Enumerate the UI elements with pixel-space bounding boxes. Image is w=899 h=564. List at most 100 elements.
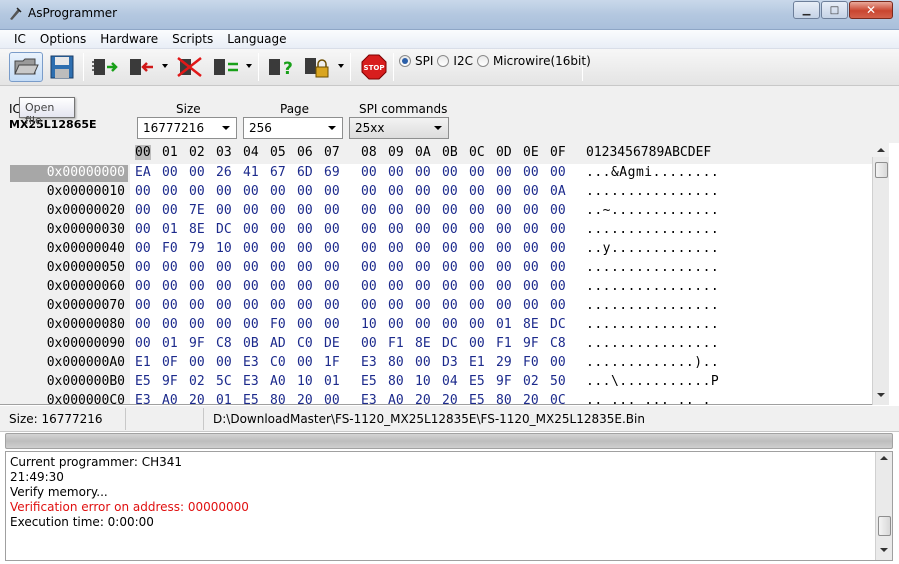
hex-byte-cell[interactable]: AD bbox=[270, 336, 286, 351]
hex-row[interactable]: 0x00000050 00 00 00 00 00 00 00 00 00 00 00 00 00 00 00… bbox=[0, 259, 889, 278]
chip-info-button[interactable]: ? bbox=[265, 52, 297, 82]
hex-byte-cell[interactable]: 00 bbox=[216, 317, 232, 332]
hex-row[interactable]: 0x000000C0 E3 A0 20 01 E5 80 20 00 E3 A0 20 20 E5 80 20… bbox=[0, 392, 889, 404]
hex-byte-cell[interactable]: 00 bbox=[361, 203, 377, 218]
hex-byte-cell[interactable]: 20 bbox=[442, 393, 458, 404]
hex-byte-cell[interactable]: 00 bbox=[523, 165, 539, 180]
hex-byte-cell[interactable]: 00 bbox=[162, 279, 178, 294]
hex-byte-cell[interactable]: 00 bbox=[388, 260, 404, 275]
hex-byte-cell[interactable]: 00 bbox=[388, 317, 404, 332]
hex-editor[interactable]: 00 01 02 03 04 05 06 07 08 09 0A 0B 0C 0D 0E 0F 01234567… bbox=[0, 143, 889, 405]
hex-byte-cell[interactable]: 00 bbox=[523, 222, 539, 237]
hex-byte-cell[interactable]: 00 bbox=[297, 184, 313, 199]
hex-byte-cell[interactable]: 00 bbox=[442, 222, 458, 237]
hex-byte-cell[interactable]: 00 bbox=[361, 165, 377, 180]
hex-byte-cell[interactable]: 0F bbox=[162, 355, 178, 370]
protect-dropdown-arrow[interactable] bbox=[338, 64, 344, 68]
hex-byte-cell[interactable]: E3 bbox=[135, 393, 151, 404]
hex-byte-cell[interactable]: 10 bbox=[216, 241, 232, 256]
scroll-thumb[interactable] bbox=[875, 162, 888, 178]
hex-byte-cell[interactable]: 00 bbox=[496, 298, 512, 313]
hex-byte-cell[interactable]: 10 bbox=[361, 317, 377, 332]
hex-row[interactable]: 0x00000030 00 01 8E DC 00 00 00 00 00 00 00 00 00 00 00… bbox=[0, 221, 889, 240]
hex-byte-cell[interactable]: 00 bbox=[270, 203, 286, 218]
hex-byte-cell[interactable]: 29 bbox=[496, 355, 512, 370]
verify-dropdown-arrow[interactable] bbox=[246, 64, 252, 68]
hex-byte-cell[interactable]: 8E bbox=[189, 222, 205, 237]
hex-byte-cell[interactable]: 00 bbox=[496, 184, 512, 199]
hex-byte-cell[interactable]: 02 bbox=[189, 374, 205, 389]
hex-byte-cell[interactable]: 00 bbox=[523, 241, 539, 256]
ascii-cell[interactable]: ...\...........P bbox=[586, 374, 719, 389]
hex-byte-cell[interactable]: 00 bbox=[415, 184, 431, 199]
hex-byte-cell[interactable]: 00 bbox=[243, 222, 259, 237]
hex-byte-cell[interactable]: 80 bbox=[496, 393, 512, 404]
ascii-cell[interactable]: ................ bbox=[586, 279, 719, 294]
hex-byte-cell[interactable]: 00 bbox=[496, 203, 512, 218]
hex-byte-cell[interactable]: 00 bbox=[324, 241, 340, 256]
hex-byte-cell[interactable]: 00 bbox=[442, 165, 458, 180]
hex-byte-cell[interactable]: 00 bbox=[415, 222, 431, 237]
hex-byte-cell[interactable]: 00 bbox=[388, 279, 404, 294]
hex-byte-cell[interactable]: 04 bbox=[442, 374, 458, 389]
hex-byte-cell[interactable]: F0 bbox=[523, 355, 539, 370]
hex-byte-cell[interactable]: 00 bbox=[388, 222, 404, 237]
erase-chip-button[interactable] bbox=[174, 52, 206, 82]
hex-byte-cell[interactable]: 00 bbox=[243, 203, 259, 218]
hex-byte-cell[interactable]: 00 bbox=[135, 203, 151, 218]
hex-byte-cell[interactable]: 5C bbox=[216, 374, 232, 389]
hex-byte-cell[interactable]: 9F bbox=[189, 336, 205, 351]
hex-byte-cell[interactable]: 00 bbox=[550, 355, 566, 370]
hex-row[interactable]: 0x000000A0 E1 0F 00 00 E3 C0 00 1F E3 80 00 D3 E1 29 F0… bbox=[0, 354, 889, 373]
hex-byte-cell[interactable]: 00 bbox=[216, 298, 232, 313]
hex-byte-cell[interactable]: E3 bbox=[361, 393, 377, 404]
hex-byte-cell[interactable]: E3 bbox=[361, 355, 377, 370]
hex-byte-cell[interactable]: 00 bbox=[135, 241, 151, 256]
radio-spi-circle[interactable] bbox=[399, 55, 411, 67]
scroll-up-icon[interactable] bbox=[880, 456, 888, 460]
hex-byte-cell[interactable]: 1F bbox=[324, 355, 340, 370]
hex-byte-cell[interactable]: A0 bbox=[270, 374, 286, 389]
hex-byte-cell[interactable]: 20 bbox=[189, 393, 205, 404]
hex-byte-cell[interactable]: 00 bbox=[189, 317, 205, 332]
hex-byte-cell[interactable]: D3 bbox=[442, 355, 458, 370]
hex-byte-cell[interactable]: EA bbox=[135, 165, 151, 180]
hex-byte-cell[interactable]: 00 bbox=[324, 260, 340, 275]
hex-byte-cell[interactable]: 00 bbox=[550, 165, 566, 180]
hex-row[interactable]: 0x00000080 00 00 00 00 00 F0 00 00 10 00 00 00 00 01 8E… bbox=[0, 316, 889, 335]
hex-byte-cell[interactable]: 26 bbox=[216, 165, 232, 180]
hex-byte-cell[interactable]: 00 bbox=[361, 298, 377, 313]
chip-protect-button[interactable] bbox=[301, 52, 333, 82]
hex-byte-cell[interactable]: 00 bbox=[550, 260, 566, 275]
hex-byte-cell[interactable]: F0 bbox=[270, 317, 286, 332]
hex-byte-cell[interactable]: 00 bbox=[189, 298, 205, 313]
hex-byte-cell[interactable]: A0 bbox=[162, 393, 178, 404]
hex-byte-cell[interactable]: 00 bbox=[297, 241, 313, 256]
hex-byte-cell[interactable]: 9F bbox=[162, 374, 178, 389]
scroll-thumb[interactable] bbox=[878, 516, 891, 536]
menu-options[interactable]: Options bbox=[33, 30, 93, 49]
scroll-down-icon[interactable] bbox=[880, 548, 888, 552]
save-file-button[interactable] bbox=[46, 52, 78, 82]
hex-byte-cell[interactable]: 00 bbox=[324, 393, 340, 404]
log-panel[interactable]: Current programmer: CH341 21:49:30 Verify … bbox=[5, 451, 893, 561]
ascii-cell[interactable]: ...&Agmi........ bbox=[586, 165, 719, 180]
hex-byte-cell[interactable]: 9F bbox=[496, 374, 512, 389]
hex-byte-cell[interactable]: 80 bbox=[388, 355, 404, 370]
hex-byte-cell[interactable]: 00 bbox=[442, 241, 458, 256]
ascii-cell[interactable]: ..y............. bbox=[586, 241, 719, 256]
hex-byte-cell[interactable]: 00 bbox=[324, 222, 340, 237]
hex-byte-cell[interactable]: 00 bbox=[496, 260, 512, 275]
hex-byte-cell[interactable]: 00 bbox=[324, 279, 340, 294]
hex-byte-cell[interactable]: 00 bbox=[324, 184, 340, 199]
hex-byte-cell[interactable]: 00 bbox=[496, 279, 512, 294]
hex-byte-cell[interactable]: E1 bbox=[469, 355, 485, 370]
write-dropdown-arrow[interactable] bbox=[162, 64, 168, 68]
open-file-button[interactable] bbox=[9, 52, 43, 82]
hex-byte-cell[interactable]: E3 bbox=[243, 374, 259, 389]
hex-byte-cell[interactable]: 00 bbox=[162, 165, 178, 180]
hex-byte-cell[interactable]: 7E bbox=[189, 203, 205, 218]
hex-byte-cell[interactable]: 67 bbox=[270, 165, 286, 180]
ascii-cell[interactable]: ................ bbox=[586, 222, 719, 237]
hex-byte-cell[interactable]: 80 bbox=[388, 374, 404, 389]
